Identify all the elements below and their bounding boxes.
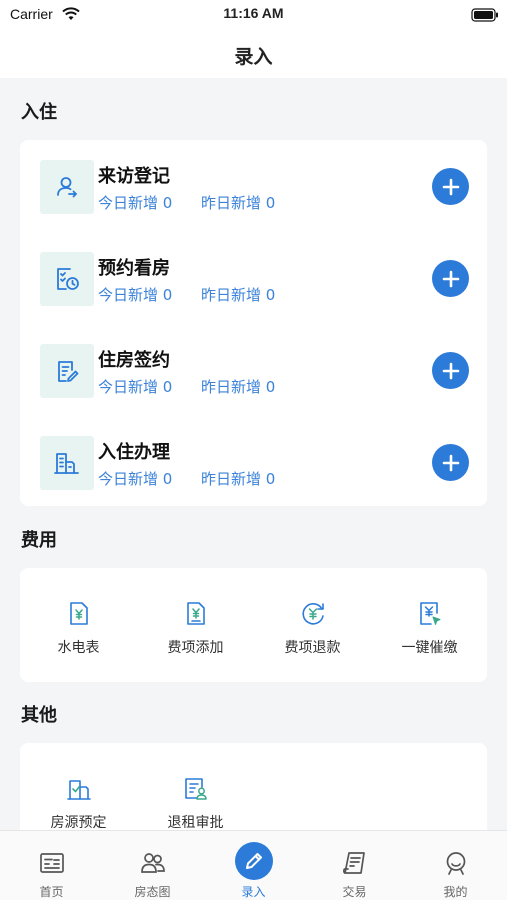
room-status-icon <box>102 848 203 878</box>
scroll-content[interactable]: 入住 来访登记 今日新增 0 昨日新增 0 预约看房 今日新增 0 昨日新增 0 <box>0 78 507 830</box>
status-time: 11:16 AM <box>223 5 284 21</box>
room-reserve-icon <box>20 773 137 805</box>
fee-item-label: 一键催缴 <box>401 640 458 656</box>
other-item-room-reserve[interactable]: 房源预定 <box>20 773 137 830</box>
visitor-icon <box>40 160 94 214</box>
checkin-card: 来访登记 今日新增 0 昨日新增 0 预约看房 今日新增 0 昨日新增 0 住房… <box>20 140 487 506</box>
fee-item-meter[interactable]: 水电表 <box>20 598 137 657</box>
section-title-other: 其他 <box>21 705 57 726</box>
fees-card: 水电表 费项添加 费项退款 一键催缴 <box>20 568 487 682</box>
meter-icon <box>20 598 137 630</box>
battery-icon <box>471 7 499 26</box>
other-item-label: 退租审批 <box>167 815 224 830</box>
yesterday-count: 昨日新增 0 <box>201 286 276 304</box>
add-movein-button[interactable] <box>432 444 469 481</box>
checkout-approval-icon <box>137 773 254 805</box>
row-title: 来访登记 <box>98 166 170 187</box>
tab-label: 交易 <box>342 885 367 899</box>
fee-item-label: 费项退款 <box>284 640 341 656</box>
plus-icon <box>442 454 459 471</box>
tab-label: 房态图 <box>134 885 171 899</box>
tab-room-status[interactable]: 房态图 <box>102 831 203 900</box>
section-title-fees: 费用 <box>21 530 57 551</box>
row-title: 住房签约 <box>98 350 170 371</box>
checkin-row-movein[interactable]: 入住办理 今日新增 0 昨日新增 0 <box>20 416 487 508</box>
contract-icon <box>40 344 94 398</box>
row-title: 预约看房 <box>98 258 170 279</box>
today-count: 今日新增 0 <box>98 378 173 396</box>
status-bar: Carrier 11:16 AM <box>0 0 507 30</box>
tab-profile[interactable]: 我的 <box>405 831 506 900</box>
fee-add-icon <box>137 598 254 630</box>
add-contract-button[interactable] <box>432 352 469 389</box>
fee-item-label: 费项添加 <box>167 640 224 656</box>
tab-home[interactable]: 首页 <box>1 831 102 900</box>
fee-item-reminder[interactable]: 一键催缴 <box>371 598 488 657</box>
add-visitor-button[interactable] <box>432 168 469 205</box>
checkin-row-visitor[interactable]: 来访登记 今日新增 0 昨日新增 0 <box>20 140 487 232</box>
today-count: 今日新增 0 <box>98 286 173 304</box>
tab-transaction[interactable]: 交易 <box>304 831 405 900</box>
yesterday-count: 昨日新增 0 <box>201 470 276 488</box>
tab-label: 首页 <box>39 885 64 899</box>
home-icon <box>1 848 102 878</box>
checkin-row-contract[interactable]: 住房签约 今日新增 0 昨日新增 0 <box>20 324 487 416</box>
fee-item-label: 水电表 <box>57 640 100 656</box>
other-item-checkout-approval[interactable]: 退租审批 <box>137 773 254 830</box>
plus-icon <box>442 362 459 379</box>
yesterday-count: 昨日新增 0 <box>201 378 276 396</box>
page-title: 录入 <box>234 46 273 68</box>
plus-icon <box>442 178 459 195</box>
tab-label: 我的 <box>443 885 468 899</box>
tab-entry[interactable]: 录入 <box>203 831 304 900</box>
today-count: 今日新增 0 <box>98 194 173 212</box>
tab-label: 录入 <box>241 885 266 899</box>
navigation-bar: 录入 <box>0 30 507 78</box>
fee-item-refund[interactable]: 费项退款 <box>254 598 371 657</box>
appointment-icon <box>40 252 94 306</box>
building-icon <box>40 436 94 490</box>
checkin-row-appointment[interactable]: 预约看房 今日新增 0 昨日新增 0 <box>20 232 487 324</box>
plus-icon <box>442 270 459 287</box>
fee-item-add[interactable]: 费项添加 <box>137 598 254 657</box>
transaction-icon <box>304 848 405 878</box>
today-count: 今日新增 0 <box>98 470 173 488</box>
other-card: 房源预定 退租审批 <box>20 743 487 830</box>
yesterday-count: 昨日新增 0 <box>201 194 276 212</box>
add-appointment-button[interactable] <box>432 260 469 297</box>
profile-icon <box>405 848 506 878</box>
other-item-label: 房源预定 <box>50 815 107 830</box>
row-title: 入住办理 <box>98 442 170 463</box>
tab-entry-icon-wrap <box>203 842 304 880</box>
tab-bar: 首页 房态图 录入 交易 我的 <box>0 830 507 900</box>
fee-refund-icon <box>254 598 371 630</box>
edit-icon <box>234 842 273 880</box>
payment-reminder-icon <box>371 598 488 630</box>
section-title-checkin: 入住 <box>21 102 57 123</box>
